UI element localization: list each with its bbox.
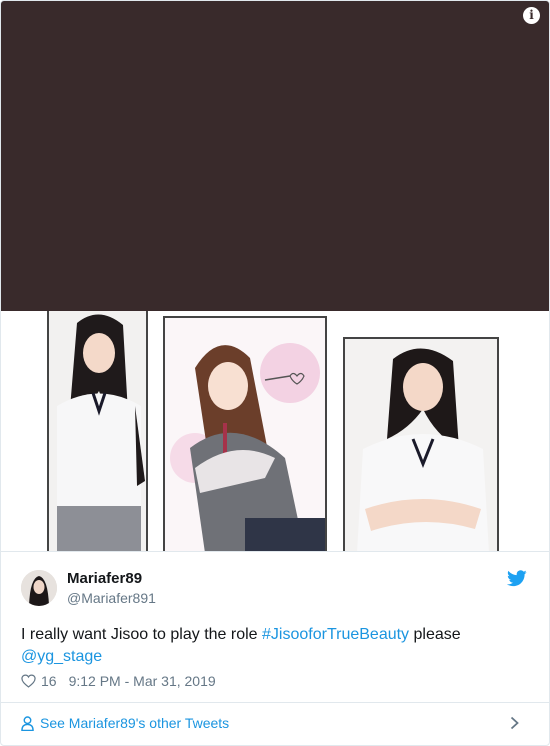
info-icon[interactable]: i <box>523 7 540 24</box>
embedded-tweet-card: i Mariafer89 @Mariafer891 I really want … <box>0 0 550 746</box>
like-count[interactable]: 16 <box>41 673 57 689</box>
photo-center-illustration <box>163 316 327 551</box>
tweet-image[interactable] <box>1 311 549 551</box>
hashtag-link[interactable]: #JisooforTrueBeauty <box>262 626 409 643</box>
mention-link[interactable]: @yg_stage <box>21 648 102 665</box>
avatar[interactable] <box>21 570 57 606</box>
tweet-meta: 16 9:12 PM - Mar 31, 2019 <box>21 672 216 690</box>
see-other-tweets-link[interactable]: See Mariafer89's other Tweets <box>21 712 531 734</box>
display-name[interactable]: Mariafer89 <box>67 570 142 587</box>
tweet-text: I really want Jisoo to play the role #Ji… <box>21 624 526 668</box>
tweet-text-part2: please <box>409 626 461 643</box>
media-dark-area[interactable]: i <box>1 1 549 311</box>
photo-right-portrait <box>343 337 499 551</box>
person-icon <box>21 715 34 731</box>
timestamp[interactable]: 9:12 PM - Mar 31, 2019 <box>69 673 216 689</box>
chevron-right-icon[interactable] <box>510 716 519 730</box>
photo-left-portrait <box>47 311 148 551</box>
tweet-body: Mariafer89 @Mariafer891 I really want Ji… <box>1 551 549 745</box>
see-other-tweets-label[interactable]: See Mariafer89's other Tweets <box>40 715 229 731</box>
heart-icon[interactable] <box>21 674 36 688</box>
tweet-text-part1: I really want Jisoo to play the role <box>21 626 263 643</box>
twitter-bird-icon[interactable] <box>507 570 527 587</box>
divider <box>1 702 549 703</box>
user-handle[interactable]: @Mariafer891 <box>67 590 156 606</box>
